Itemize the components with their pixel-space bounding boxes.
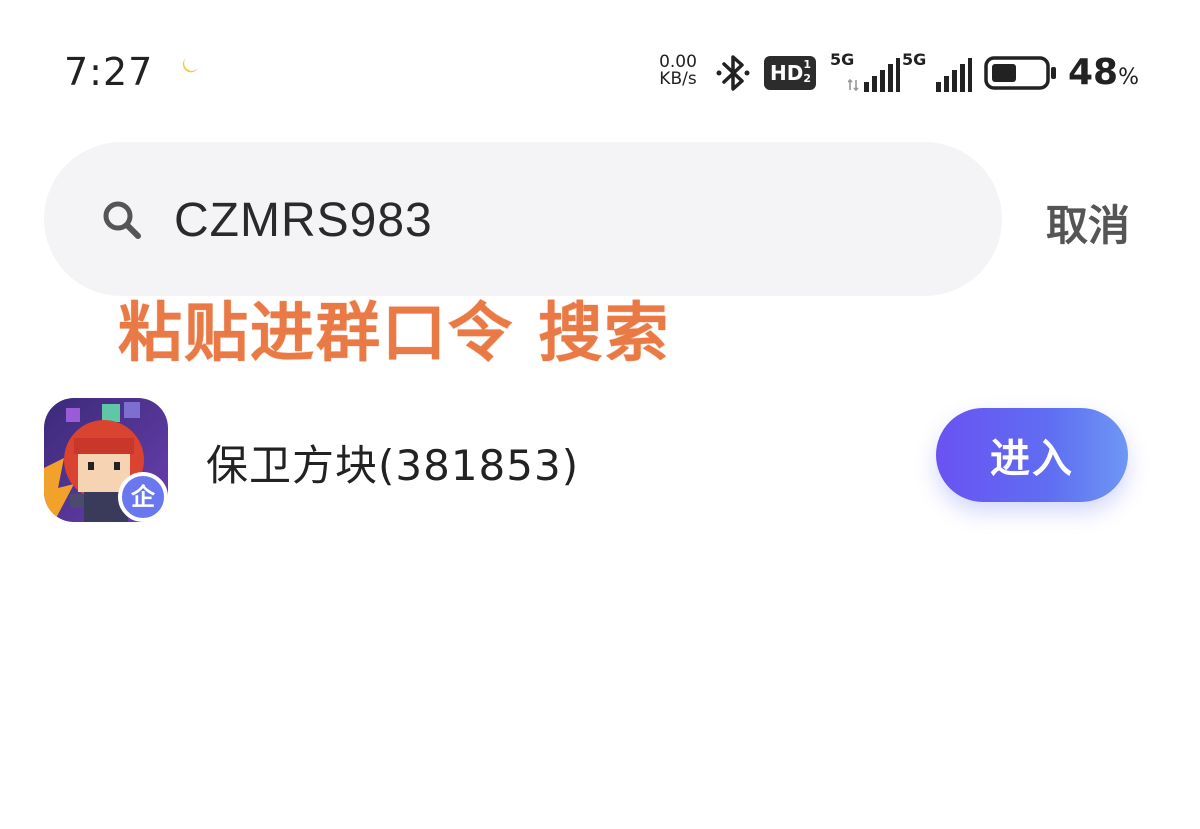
signal-bars-icon <box>936 58 972 92</box>
search-input[interactable] <box>174 190 954 250</box>
enterprise-badge: 企 <box>118 472 168 522</box>
status-time: 7:27 <box>64 50 154 94</box>
screen: 7:27 0.00 KB/s HD 1 2 5G 5G 48% CZMRS983… <box>0 0 1200 829</box>
signal-bars-icon <box>848 58 900 92</box>
overlay-hint-text: 粘贴进群口令 搜索 <box>118 297 671 371</box>
moon-icon <box>182 58 198 73</box>
enter-button[interactable]: 进入 <box>936 408 1128 502</box>
hd-label: HD <box>770 61 804 85</box>
group-result-row[interactable]: 企 保卫方块(381853) 进入 <box>0 380 1200 540</box>
hd-top: 1 <box>803 58 811 71</box>
hd-fraction: 1 2 <box>803 58 811 86</box>
sim1-signal: 5G <box>830 50 900 92</box>
search-icon <box>103 201 141 239</box>
battery-fill <box>992 64 1016 82</box>
sim2-signal: 5G <box>902 50 972 92</box>
bluetooth-icon <box>716 55 750 91</box>
group-name[interactable]: 保卫方块(381853) <box>206 432 579 493</box>
network-speed-unit: KB/s <box>659 69 697 89</box>
battery-percentage: 48% <box>1068 52 1139 93</box>
battery-percentage-sign: % <box>1118 65 1140 90</box>
battery-icon <box>984 56 1056 90</box>
hd-bottom: 2 <box>803 72 811 85</box>
cancel-button[interactable]: 取消 <box>1046 192 1130 253</box>
hd-voice-badge: HD 1 2 <box>764 56 816 90</box>
network-speed: 0.00 KB/s <box>650 54 706 88</box>
battery-percentage-value: 48 <box>1068 52 1119 93</box>
